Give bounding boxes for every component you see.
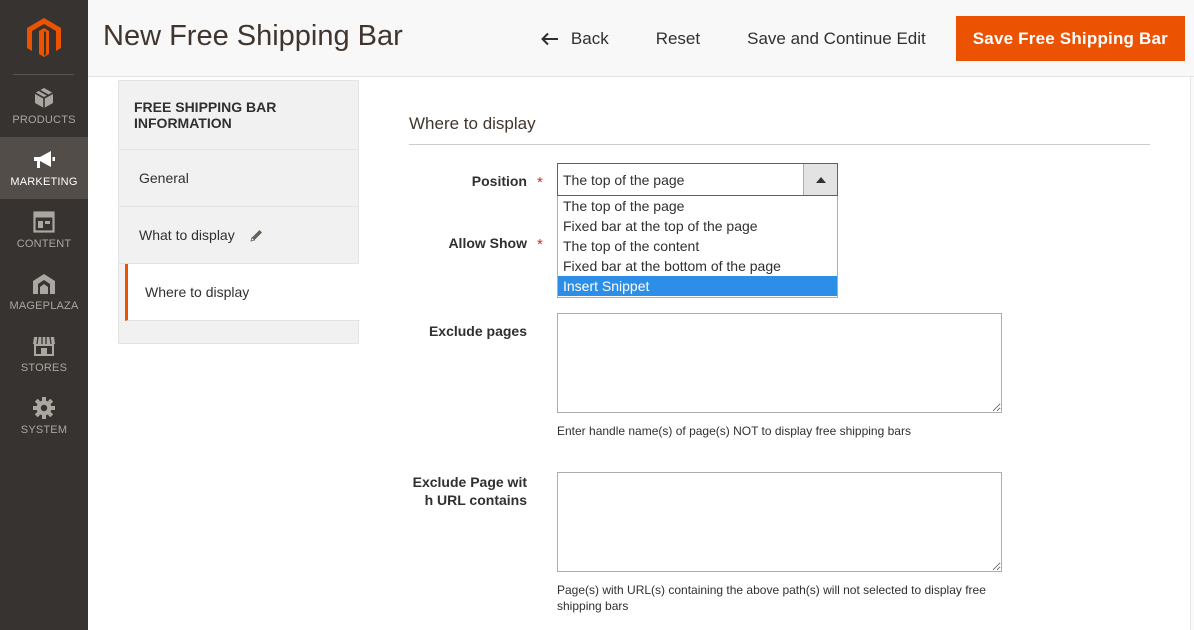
dropdown-option-highlighted[interactable]: Insert Snippet [558, 276, 837, 296]
menu-label: PRODUCTS [12, 114, 76, 126]
mageplaza-icon [32, 272, 56, 296]
dropdown-option[interactable]: Fixed bar at the bottom of the page [558, 256, 837, 276]
cube-icon [32, 86, 56, 110]
back-button[interactable]: Back [540, 16, 609, 61]
required-mark: * [537, 236, 543, 253]
position-dropdown: The top of the page Fixed bar at the top… [557, 196, 838, 298]
exclude-pages-textarea[interactable] [557, 313, 1002, 413]
select-toggle[interactable] [803, 164, 837, 195]
menu-label: MARKETING [10, 176, 78, 188]
tab-label: Where to display [145, 284, 250, 300]
position-select[interactable]: The top of the page [557, 163, 838, 196]
menu-item-marketing[interactable]: MARKETING [0, 137, 88, 199]
exclude-url-label-line1: Exclude Page wit [412, 474, 527, 490]
menu-item-system[interactable]: SYSTEM [0, 385, 88, 447]
save-and-continue-button[interactable]: Save and Continue Edit [747, 16, 926, 61]
layout-icon [32, 210, 56, 234]
store-icon [32, 334, 56, 358]
page-header: New Free Shipping Bar Back Reset Save an… [88, 0, 1194, 77]
magento-logo[interactable] [0, 0, 88, 75]
save-button[interactable]: Save Free Shipping Bar [955, 16, 1185, 61]
dropdown-option[interactable]: The top of the content [558, 236, 837, 256]
dropdown-option[interactable]: Fixed bar at the top of the page [558, 216, 837, 236]
tabs-title: FREE SHIPPING BAR INFORMATION [119, 81, 358, 150]
section-title: Where to display [409, 114, 536, 133]
menu-item-mageplaza[interactable]: MAGEPLAZA [0, 261, 88, 323]
exclude-url-note: Page(s) with URL(s) containing the above… [557, 583, 986, 613]
tab-where-to-display[interactable]: Where to display [125, 264, 360, 321]
back-button-label: Back [570, 28, 609, 48]
caret-up-icon [815, 176, 826, 183]
arrow-left-icon [540, 32, 558, 45]
exclude-url-label: Exclude Page wit h URL contains [327, 473, 527, 509]
tab-general[interactable]: General [119, 150, 358, 207]
tab-what-to-display[interactable]: What to display [119, 207, 358, 264]
menu-label: SYSTEM [20, 424, 68, 436]
section-divider [409, 144, 1150, 145]
tab-label: What to display [139, 227, 235, 243]
scrollbar[interactable] [1190, 77, 1194, 630]
form-tabs: FREE SHIPPING BAR INFORMATION General Wh… [118, 80, 360, 344]
allow-show-label: Allow Show [448, 235, 527, 251]
required-mark: * [537, 174, 543, 191]
magento-logo-icon [27, 17, 61, 57]
menu-label: CONTENT [16, 238, 72, 250]
page-actions: Back Reset Save and Continue Edit Save F… [540, 16, 1185, 61]
admin-menu: PRODUCTS MARKETING CONTENT MAGEPLAZA STO… [0, 0, 88, 630]
menu-label: STORES [20, 362, 68, 374]
tab-label: General [139, 170, 189, 186]
pencil-icon [250, 229, 262, 242]
menu-label: MAGEPLAZA [9, 300, 79, 312]
megaphone-icon [32, 148, 56, 172]
position-select-value: The top of the page [563, 172, 685, 188]
reset-button[interactable]: Reset [656, 16, 700, 61]
exclude-url-label-line2: h URL contains [424, 492, 527, 508]
exclude-pages-label: Exclude pages [428, 323, 527, 339]
exclude-url-textarea[interactable] [557, 472, 1002, 572]
exclude-pages-note: Enter handle name(s) of page(s) NOT to d… [557, 424, 911, 438]
gear-icon [32, 396, 56, 420]
menu-item-stores[interactable]: STORES [0, 323, 88, 385]
dropdown-option[interactable]: The top of the page [558, 196, 837, 216]
page-title: New Free Shipping Bar [103, 20, 403, 52]
menu-item-content[interactable]: CONTENT [0, 199, 88, 261]
position-label: Position [471, 173, 527, 189]
menu-item-products[interactable]: PRODUCTS [0, 75, 88, 137]
